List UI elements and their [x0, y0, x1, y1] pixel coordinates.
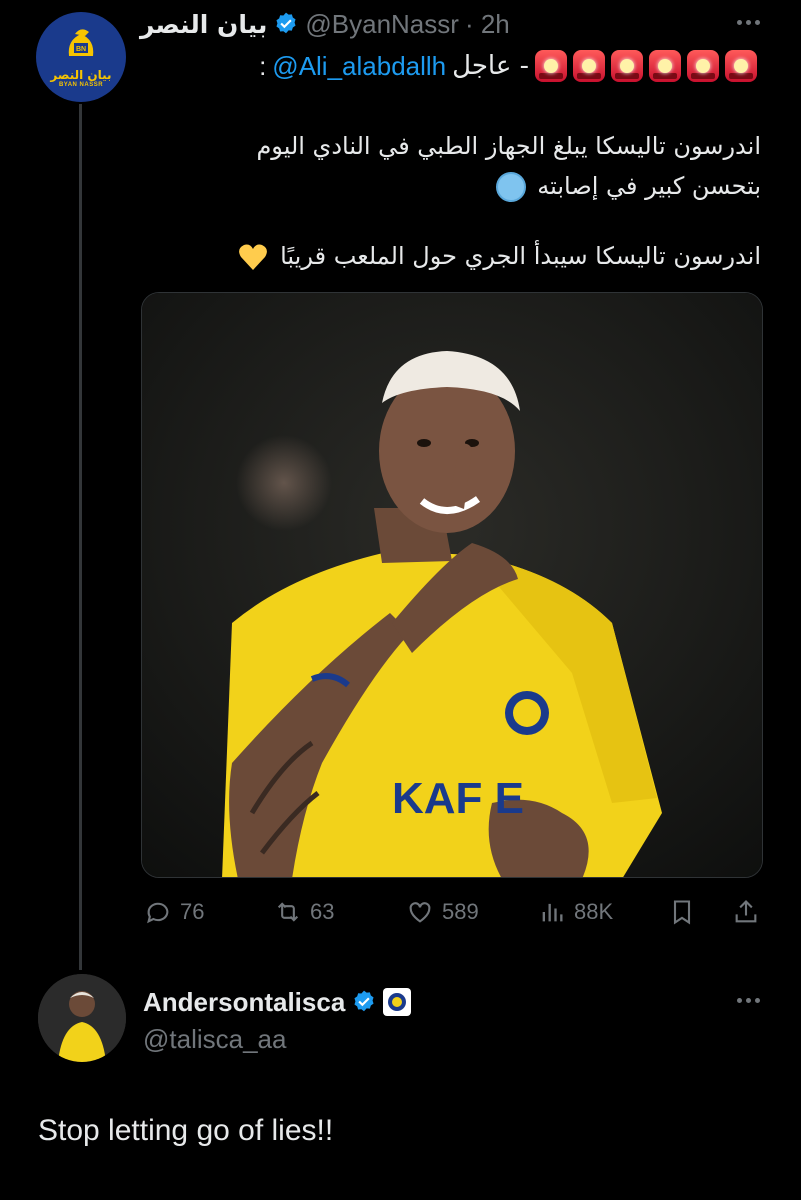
retweet-icon	[277, 902, 299, 922]
tweet-line-1-text: اندرسون تاليسكا يبلغ الجهاز الطبي في الن…	[256, 132, 761, 160]
thread-line	[79, 104, 82, 970]
tweet-line-2-text: بتحسن كبير في إصابته	[537, 172, 761, 200]
siren-icon	[611, 50, 643, 82]
tweet-line-3-text: اندرسون تاليسكا سيبدأ الجري حول الملعب ق…	[280, 242, 761, 270]
author-handle[interactable]: @ByanNassr	[305, 9, 459, 40]
verified-icon	[276, 12, 296, 34]
reply-text: Stop letting go of lies!!	[38, 1114, 334, 1147]
tweet-header: بيان النصر @ByanNassr · 2h	[140, 6, 730, 42]
urgent-label: عاجل -	[452, 51, 529, 81]
tweet-image[interactable]: KAF E	[141, 292, 763, 878]
avatar-logo-arabic: بيان النصر	[50, 68, 112, 82]
reply-avatar-photo	[38, 974, 126, 1062]
reply-author-name[interactable]: Andersontalisca	[143, 987, 345, 1018]
mention-suffix: :	[259, 50, 267, 81]
tweet-time[interactable]: · 2h	[465, 9, 510, 40]
bookmark-button[interactable]	[668, 898, 696, 926]
helmet-logo-icon: BN	[68, 29, 94, 56]
reply-more-icon[interactable]	[737, 998, 760, 1003]
yellow-heart-emoji	[239, 244, 268, 270]
retweet-count: 63	[310, 899, 335, 924]
reply-author-handle[interactable]: @talisca_aa	[143, 1024, 286, 1055]
cold-face-emoji	[495, 172, 526, 202]
author-avatar[interactable]: BN بيان النصر BYAN NASSR	[36, 12, 126, 102]
urgent-line: : @Ali_alabdallh عاجل -	[259, 46, 757, 86]
svg-text:KAF E: KAF E	[392, 774, 524, 823]
tweet-action-bar: 76 63 589 88K	[140, 890, 770, 934]
tweet-text-line-3: اندرسون تاليسكا سيبدأ الجري حول الملعب ق…	[161, 236, 761, 276]
bookmark-icon	[673, 900, 691, 925]
siren-icon	[649, 50, 681, 82]
svg-text:BN: BN	[76, 46, 86, 53]
like-count: 589	[442, 899, 479, 924]
reply-author-avatar[interactable]	[38, 974, 126, 1062]
siren-icon	[725, 50, 757, 82]
player-photo: KAF E	[142, 293, 762, 877]
like-icon	[409, 902, 431, 923]
reply-button[interactable]: 76	[144, 898, 204, 926]
views-icon	[542, 903, 563, 922]
reply-count: 76	[180, 899, 205, 924]
views-button[interactable]: 88K	[538, 898, 613, 926]
more-icon[interactable]	[737, 20, 760, 25]
tweet-text-line-2: بتحسن كبير في إصابته	[161, 166, 761, 206]
siren-icon	[573, 50, 605, 82]
siren-icon	[535, 50, 567, 82]
mention-link[interactable]: @Ali_alabdallh	[272, 51, 446, 82]
reply-author-line: Andersontalisca	[143, 984, 412, 1020]
author-name[interactable]: بيان النصر	[140, 10, 267, 39]
club-badge-icon	[383, 988, 412, 1016]
reply-icon	[147, 902, 169, 924]
retweet-button[interactable]: 63	[274, 898, 334, 926]
verified-icon	[354, 990, 374, 1012]
share-icon	[735, 900, 757, 923]
siren-icon	[687, 50, 719, 82]
tweet-text-line-1: اندرسون تاليسكا يبلغ الجهاز الطبي في الن…	[161, 126, 761, 166]
like-button[interactable]: 589	[406, 898, 479, 926]
avatar-logo-english: BYAN NASSR	[58, 82, 104, 88]
views-count: 88K	[574, 899, 614, 924]
share-button[interactable]	[732, 898, 760, 926]
